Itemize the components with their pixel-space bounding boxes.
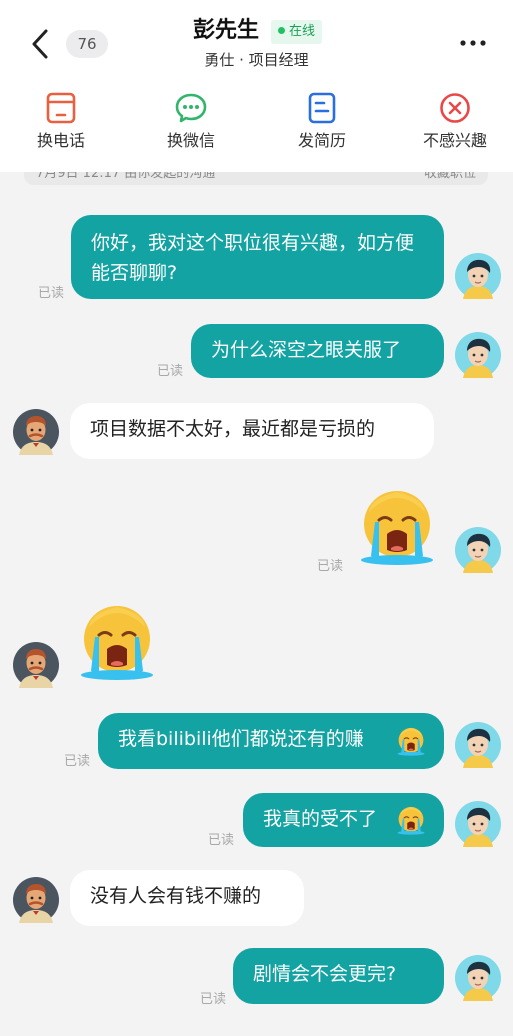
message-bubble-outgoing[interactable]: 我真的受不了 (243, 793, 444, 847)
read-receipt: 已读 (317, 559, 344, 574)
my-avatar[interactable] (455, 527, 501, 573)
message-bubble-outgoing[interactable]: 为什么深空之眼关服了 (191, 324, 444, 378)
change-phone-label: 换电话 (36, 131, 85, 150)
read-receipt: 已读 (64, 754, 91, 769)
message-text: 我看bilibili他们都说还有的赚 (118, 728, 364, 750)
top-bar: 76 彭先生 在线 勇仕 · 项目经理 换电话 换微信 发简历 不感兴趣 (0, 0, 513, 172)
read-receipt: 已读 (200, 992, 227, 1007)
send-resume-button[interactable]: 发简历 (272, 92, 372, 152)
resume-icon (308, 92, 336, 124)
contact-avatar[interactable] (13, 642, 59, 688)
phone-card-icon (46, 92, 76, 124)
my-avatar[interactable] (455, 253, 501, 299)
online-status-badge: 在线 (271, 20, 323, 44)
read-receipt: 已读 (157, 364, 184, 379)
message-bubble-incoming[interactable]: 没有人会有钱不赚的 (70, 870, 304, 926)
change-wechat-label: 换微信 (166, 131, 215, 150)
change-phone-button[interactable]: 换电话 (11, 92, 111, 152)
read-receipt: 已读 (208, 833, 235, 848)
loudly-crying-face-icon (396, 805, 426, 835)
online-dot-icon (278, 27, 285, 34)
change-wechat-button[interactable]: 换微信 (141, 92, 241, 152)
action-row: 换电话 换微信 发简历 不感兴趣 (0, 92, 513, 162)
message-bubble-outgoing[interactable]: 剧情会不会更完? (233, 948, 444, 1004)
not-interested-label: 不感兴趣 (422, 131, 487, 150)
online-status-text: 在线 (289, 24, 316, 39)
more-options-icon[interactable] (458, 36, 488, 50)
my-avatar[interactable] (455, 722, 501, 768)
message-bubble-incoming[interactable]: 项目数据不太好，最近都是亏损的 (70, 403, 434, 459)
contact-avatar[interactable] (13, 877, 59, 923)
my-avatar[interactable] (455, 332, 501, 378)
my-avatar[interactable] (455, 801, 501, 847)
contact-avatar[interactable] (13, 409, 59, 455)
contact-name: 彭先生 (193, 18, 260, 43)
read-receipt: 已读 (38, 286, 65, 301)
not-interested-icon (440, 93, 470, 123)
not-interested-button[interactable]: 不感兴趣 (405, 92, 505, 152)
contact-subtitle: 勇仕 · 项目经理 (204, 51, 309, 69)
wechat-icon (175, 93, 207, 123)
my-avatar[interactable] (455, 955, 501, 1001)
loudly-crying-face-icon[interactable] (77, 601, 157, 681)
loudly-crying-face-icon[interactable] (357, 486, 437, 566)
message-text: 我真的受不了 (263, 808, 378, 830)
message-bubble-outgoing[interactable]: 你好，我对这个职位很有兴趣，如方便能否聊聊? (71, 215, 444, 299)
send-resume-label: 发简历 (297, 131, 346, 150)
message-bubble-outgoing[interactable]: 我看bilibili他们都说还有的赚 (98, 713, 444, 769)
loudly-crying-face-icon (396, 726, 426, 756)
